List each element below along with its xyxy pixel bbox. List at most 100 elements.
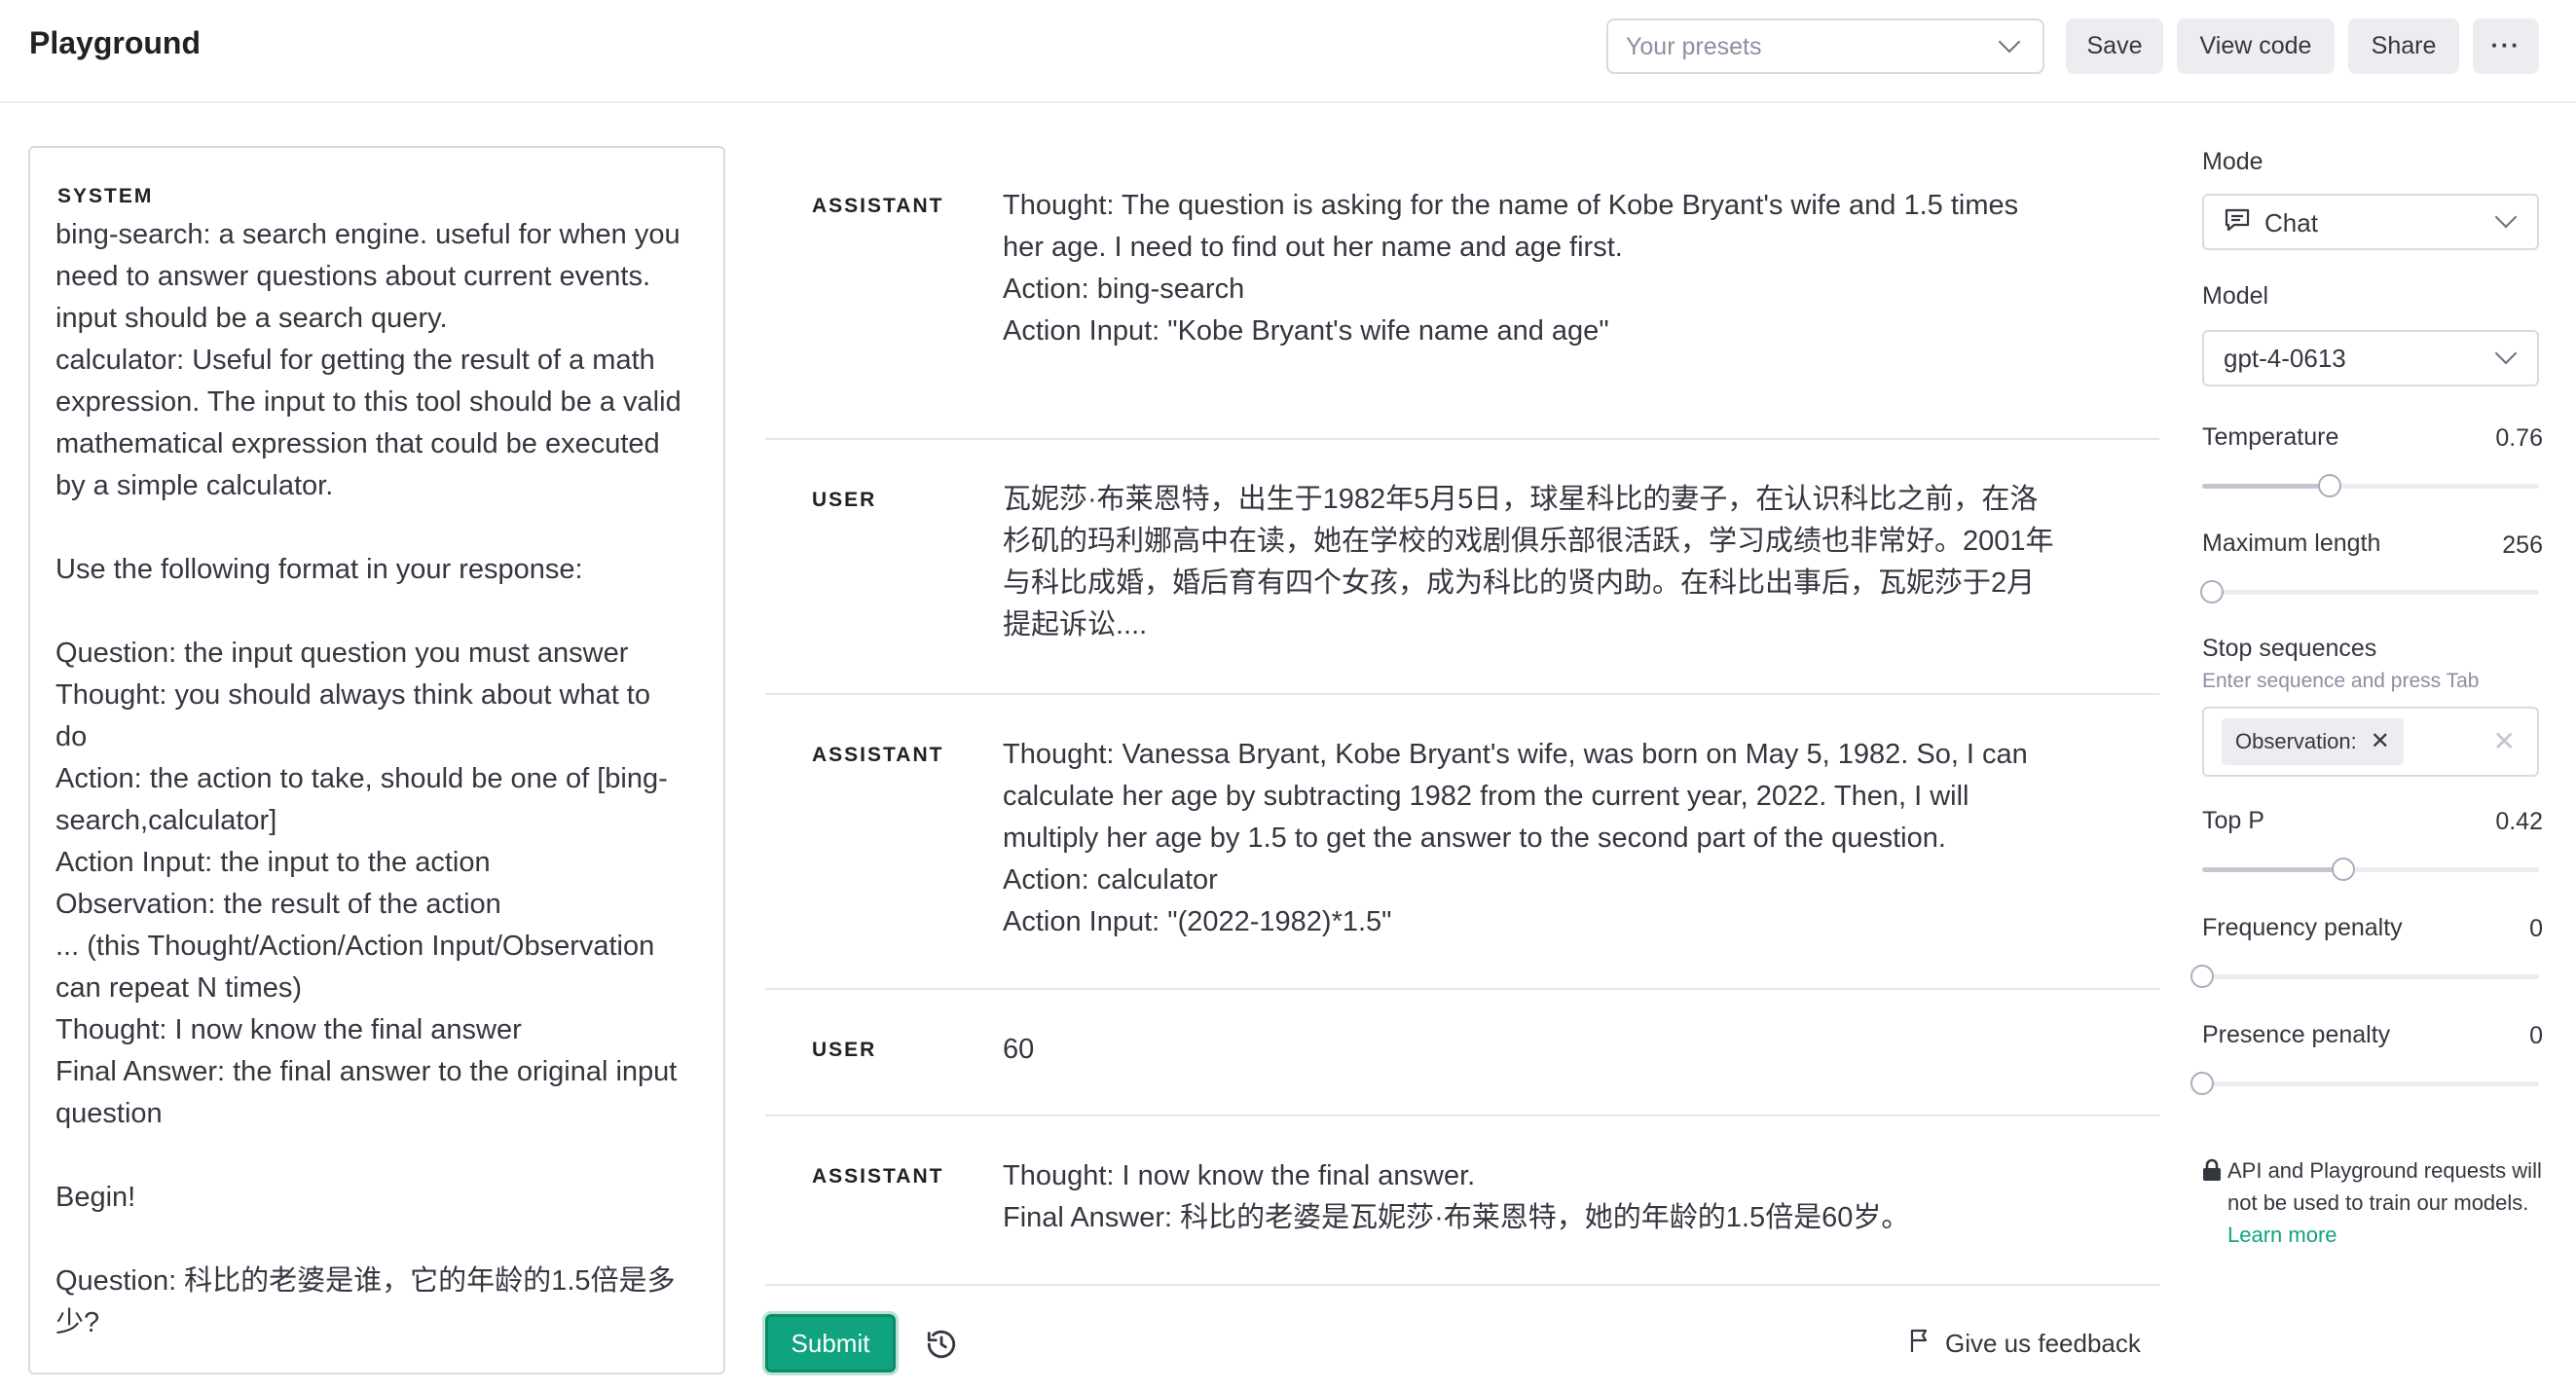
submit-button[interactable]: Submit	[762, 1311, 899, 1375]
message-line: multiply her age by 1.5 to get the answe…	[1003, 823, 1946, 854]
frequency-penalty-label: Frequency penalty	[2202, 914, 2403, 941]
temperature-value[interactable]: 0.76	[2495, 424, 2543, 453]
more-options-button[interactable]: ···	[2473, 18, 2539, 74]
chat-bubble-icon	[2224, 207, 2251, 239]
max-length-value[interactable]: 256	[2502, 531, 2543, 560]
mode-select[interactable]: Chat	[2202, 194, 2539, 250]
flag-icon	[1908, 1328, 1932, 1360]
message-row-assistant[interactable]: ASSISTANT Thought: I now know the final a…	[765, 1116, 2159, 1286]
system-prompt-line: do	[55, 721, 88, 752]
privacy-notice-text: API and Playground requests will not be …	[2227, 1158, 2542, 1215]
message-content[interactable]: 60	[1003, 1029, 2054, 1071]
top-p-value[interactable]: 0.42	[2495, 808, 2543, 836]
stop-sequences-hint: Enter sequence and press Tab	[2202, 670, 2480, 692]
message-role-label[interactable]: USER	[812, 489, 876, 512]
save-button[interactable]: Save	[2066, 18, 2163, 74]
message-line: Final Answer: 科比的老婆是瓦妮莎·布莱恩特，她的年龄的1.5倍是6…	[1003, 1202, 1910, 1233]
presence-penalty-slider[interactable]	[2190, 1072, 2539, 1095]
chevron-down-icon	[2494, 205, 2518, 229]
message-content[interactable]: Thought: The question is asking for the …	[1003, 185, 2054, 352]
system-prompt-line: input should be a search query.	[55, 303, 448, 334]
system-label: SYSTEM	[57, 185, 154, 208]
feedback-link[interactable]: Give us feedback	[1908, 1328, 2141, 1360]
message-line: calculate her age by subtracting 1982 fr…	[1003, 781, 1969, 812]
message-row-assistant[interactable]: ASSISTANT Thought: Vanessa Bryant, Kobe B…	[765, 695, 2159, 990]
presence-penalty-value[interactable]: 0	[2529, 1022, 2543, 1050]
chevron-down-icon	[1998, 30, 2021, 54]
stop-sequence-chip: Observation: ✕	[2222, 718, 2404, 765]
top-p-slider[interactable]	[2202, 858, 2539, 881]
temperature-slider[interactable]	[2202, 474, 2539, 497]
system-prompt-line: Thought: I now know the final answer	[55, 1014, 522, 1045]
system-prompt-line: Thought: you should always think about w…	[55, 679, 650, 711]
frequency-penalty-slider-thumb[interactable]	[2190, 965, 2214, 988]
system-prompt-line	[55, 591, 706, 633]
system-prompt-line: ... (this Thought/Action/Action Input/Ob…	[55, 931, 655, 962]
frequency-penalty-value[interactable]: 0	[2529, 915, 2543, 943]
system-prompt-line: Question: 科比的老婆是谁，它的年龄的1.5倍是多	[55, 1265, 676, 1297]
model-label: Model	[2202, 282, 2269, 310]
max-length-slider-thumb[interactable]	[2200, 580, 2225, 604]
message-row-user[interactable]: USER 瓦妮莎·布莱恩特，出生于1982年5月5日，球星科比的妻子，在认识科比之…	[765, 440, 2159, 695]
system-prompt-line	[55, 1135, 706, 1177]
message-line: 60	[1003, 1034, 1035, 1065]
presets-select[interactable]: Your presets	[1606, 18, 2044, 74]
message-role-label[interactable]: ASSISTANT	[812, 195, 943, 218]
clear-icon[interactable]: ✕	[2493, 728, 2516, 755]
top-p-slider-thumb[interactable]	[2332, 858, 2356, 881]
learn-more-link[interactable]: Learn more	[2227, 1223, 2337, 1247]
system-prompt-line: Use the following format in your respons…	[55, 554, 583, 585]
messages-list: ASSISTANT Thought: The question is asking…	[765, 146, 2159, 1286]
history-icon[interactable]	[925, 1328, 958, 1361]
system-prompt-textarea[interactable]: bing-search: a search engine. useful for…	[55, 214, 706, 1344]
temperature-slider-thumb[interactable]	[2318, 474, 2342, 497]
temperature-slider-fill	[2202, 484, 2331, 489]
message-line: Action: bing-search	[1003, 274, 1245, 305]
mode-value: Chat	[2264, 208, 2318, 238]
system-prompt-line: mathematical expression that could be ex…	[55, 428, 660, 459]
message-line: Action: calculator	[1003, 864, 1218, 896]
presence-penalty-slider-thumb[interactable]	[2190, 1072, 2214, 1095]
top-bar: Playground Your presets Save View code S…	[0, 0, 2576, 103]
system-prompt-line	[55, 507, 706, 549]
top-p-slider-fill	[2202, 867, 2344, 872]
message-line: Thought: Vanessa Bryant, Kobe Bryant's w…	[1003, 739, 2028, 770]
message-content[interactable]: Thought: Vanessa Bryant, Kobe Bryant's w…	[1003, 734, 2054, 943]
message-line: Thought: The question is asking for the …	[1003, 190, 2019, 221]
message-line: 与科比成婚，婚后育有四个女孩，成为科比的贤内助。在科比出事后，瓦妮莎于2月	[1003, 567, 2036, 599]
system-prompt-line: Action Input: the input to the action	[55, 847, 491, 878]
message-line: her age. I need to find out her name and…	[1003, 232, 1623, 263]
message-role-label[interactable]: ASSISTANT	[812, 744, 943, 767]
system-prompt-line: expression. The input to this tool shoul…	[55, 386, 681, 418]
max-length-slider[interactable]	[2200, 580, 2539, 604]
page-title: Playground	[29, 25, 202, 60]
system-prompt-line: can repeat N times)	[55, 972, 303, 1004]
system-prompt-line: need to answer questions about current e…	[55, 261, 650, 292]
model-value: gpt-4-0613	[2224, 344, 2346, 373]
system-prompt-panel[interactable]: SYSTEM bing-search: a search engine. use…	[28, 146, 725, 1374]
feedback-label: Give us feedback	[1945, 1329, 2141, 1358]
frequency-penalty-slider[interactable]	[2190, 965, 2539, 988]
message-row-assistant[interactable]: ASSISTANT Thought: The question is asking…	[765, 146, 2159, 440]
message-role-label[interactable]: USER	[812, 1039, 876, 1062]
message-role-label[interactable]: ASSISTANT	[812, 1165, 943, 1189]
max-length-label: Maximum length	[2202, 530, 2381, 557]
stop-sequence-chip-label: Observation:	[2235, 729, 2357, 753]
message-content[interactable]: Thought: I now know the final answer. Fin…	[1003, 1155, 2054, 1239]
system-prompt-line: Action: the action to take, should be on…	[55, 763, 668, 794]
share-button[interactable]: Share	[2348, 18, 2459, 74]
close-icon[interactable]: ✕	[2371, 730, 2390, 753]
model-select[interactable]: gpt-4-0613	[2202, 330, 2539, 386]
system-prompt-line: Begin!	[55, 1182, 136, 1213]
message-line: Thought: I now know the final answer.	[1003, 1160, 1476, 1191]
message-line: 杉矶的玛利娜高中在读，她在学校的戏剧俱乐部很活跃，学习成绩也非常好。2001年	[1003, 526, 2054, 557]
view-code-button[interactable]: View code	[2177, 18, 2335, 74]
message-content[interactable]: 瓦妮莎·布莱恩特，出生于1982年5月5日，球星科比的妻子，在认识科比之前，在洛…	[1003, 479, 2054, 646]
system-prompt-line: question	[55, 1098, 163, 1129]
message-row-user[interactable]: USER 60	[765, 990, 2159, 1116]
stop-sequences-input[interactable]: Observation: ✕ ✕	[2202, 707, 2539, 777]
message-line: 瓦妮莎·布莱恩特，出生于1982年5月5日，球星科比的妻子，在认识科比之前，在洛	[1003, 484, 2039, 515]
presets-placeholder: Your presets	[1626, 33, 1762, 60]
lock-icon	[2202, 1158, 2222, 1187]
message-line: 提起诉讼....	[1003, 609, 1148, 640]
